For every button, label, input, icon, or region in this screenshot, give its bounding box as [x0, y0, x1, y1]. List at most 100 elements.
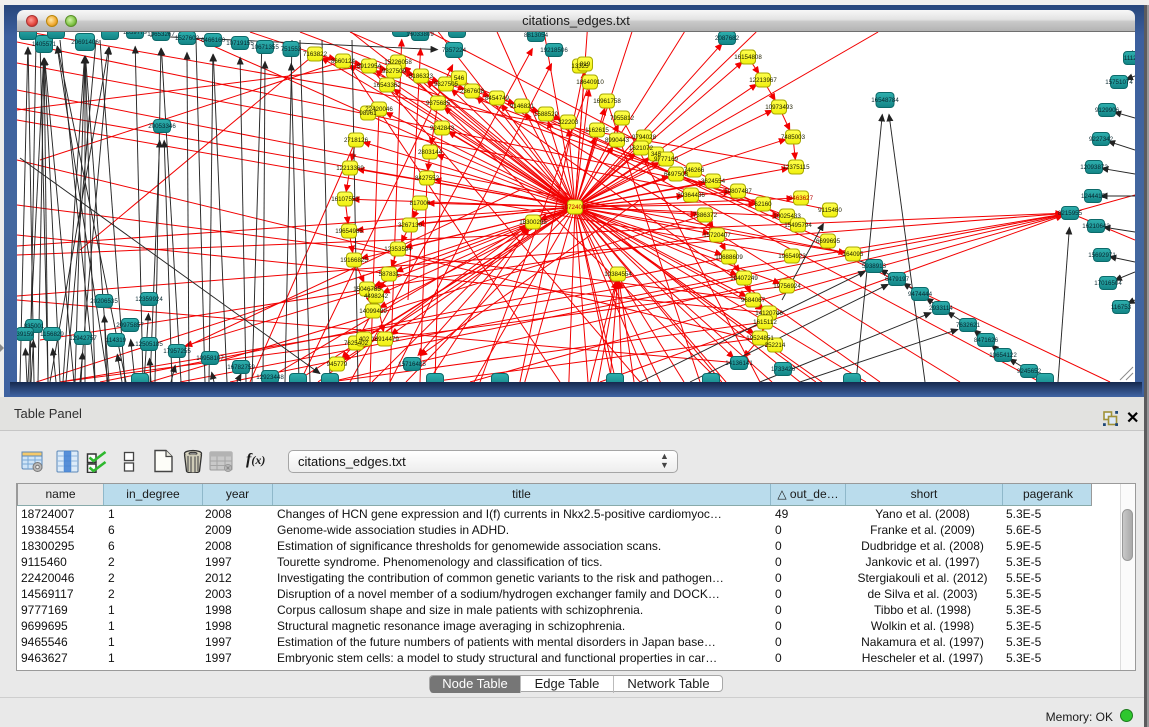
svg-text:402: 402	[359, 336, 370, 343]
svg-text:15751074: 15751074	[1105, 79, 1133, 86]
svg-text:2933114: 2933114	[929, 305, 953, 312]
svg-text:1527602: 1527602	[175, 35, 200, 42]
svg-text:1588520: 1588520	[534, 111, 559, 118]
svg-text:16210643: 16210643	[1082, 223, 1110, 230]
svg-text:3267130: 3267130	[398, 222, 423, 229]
svg-text:14136141: 14136141	[725, 360, 753, 367]
svg-text:3624554: 3624554	[701, 178, 726, 185]
svg-text:9327509: 9327509	[382, 68, 407, 75]
svg-text:19756924: 19756924	[773, 283, 801, 290]
svg-text:8912954: 8912954	[357, 63, 382, 70]
svg-text:945779: 945779	[327, 361, 348, 368]
svg-text:1059779: 1059779	[123, 32, 148, 36]
svg-text:6466160: 6466160	[201, 37, 226, 44]
svg-text:2718126: 2718126	[344, 137, 369, 144]
svg-text:10654122: 10654122	[989, 352, 1017, 359]
svg-text:1244415: 1244415	[1081, 193, 1106, 200]
svg-text:10958107: 10958107	[196, 355, 224, 362]
svg-text:17957255: 17957255	[163, 348, 191, 355]
svg-text:8813054: 8813054	[524, 32, 549, 39]
svg-text:62160: 62160	[754, 201, 772, 208]
svg-text:16548784: 16548784	[871, 97, 899, 104]
svg-text:9146821: 9146821	[510, 103, 535, 110]
svg-text:819: 819	[580, 61, 591, 68]
svg-text:15046785: 15046785	[353, 286, 381, 293]
svg-text:9777169: 9777169	[654, 156, 679, 163]
svg-text:19524851: 19524851	[746, 335, 774, 342]
svg-text:5938913: 5938913	[862, 263, 887, 270]
svg-text:8471626: 8471626	[974, 337, 999, 344]
svg-text:15720407: 15720407	[703, 232, 731, 239]
svg-text:9227342: 9227342	[1089, 136, 1114, 143]
svg-text:20691406: 20691406	[71, 39, 99, 46]
svg-text:9115460: 9115460	[818, 207, 842, 214]
svg-text:10719155: 10719155	[226, 40, 254, 47]
svg-text:9474444: 9474444	[908, 291, 933, 298]
svg-text:10973493: 10973493	[765, 104, 793, 111]
svg-text:1615112: 1615112	[753, 319, 777, 326]
svg-text:20206535: 20206535	[90, 298, 118, 305]
svg-text:16782759: 16782759	[227, 364, 255, 371]
svg-text:9245652: 9245652	[1017, 368, 1042, 375]
svg-text:4498242: 4498242	[364, 293, 389, 300]
svg-text:546: 546	[454, 75, 465, 82]
svg-text:7955812: 7955812	[610, 115, 635, 122]
svg-text:8660124: 8660124	[331, 58, 356, 65]
svg-text:12942757: 12942757	[69, 335, 97, 342]
svg-text:7357224: 7357224	[442, 47, 467, 54]
svg-text:9684067: 9684067	[741, 297, 766, 304]
svg-text:6699695: 6699695	[816, 238, 841, 245]
svg-text:16961758: 16961758	[593, 98, 621, 105]
svg-text:16543362: 16543362	[373, 82, 401, 89]
svg-text:18640910: 18640910	[576, 79, 604, 86]
svg-text:12213967: 12213967	[749, 77, 777, 84]
svg-text:16107553: 16107553	[331, 196, 359, 203]
svg-text:8454749: 8454749	[485, 95, 510, 102]
svg-text:12213369: 12213369	[336, 165, 364, 172]
svg-text:817006: 817006	[410, 200, 431, 207]
svg-text:1162615: 1162615	[585, 127, 609, 134]
svg-text:19654923: 19654923	[778, 253, 806, 260]
svg-text:15692971: 15692971	[1088, 252, 1116, 259]
svg-text:17016504: 17016504	[1094, 280, 1122, 287]
svg-text:18300295: 18300295	[519, 219, 547, 226]
svg-text:12505185: 12505185	[135, 341, 163, 348]
svg-text:14099489: 14099489	[359, 308, 387, 315]
svg-text:7632621: 7632621	[956, 322, 981, 329]
svg-text:15226058: 15226058	[384, 59, 412, 66]
svg-text:12923448: 12923448	[256, 374, 284, 381]
svg-text:12375115: 12375115	[782, 164, 810, 171]
svg-text:19384554: 19384554	[604, 271, 632, 278]
svg-text:10688609: 10688609	[715, 254, 743, 261]
svg-text:9129906: 9129906	[1095, 107, 1120, 114]
svg-text:7485003: 7485003	[781, 134, 806, 141]
svg-text:10025433: 10025433	[773, 213, 801, 220]
svg-text:587831: 587831	[379, 271, 400, 278]
svg-text:9375685: 9375685	[426, 100, 451, 107]
svg-text:116753: 116753	[1111, 304, 1132, 311]
svg-text:39159: 39159	[17, 331, 34, 338]
svg-text:9242843: 9242843	[430, 125, 455, 132]
svg-text:6479197: 6479197	[885, 276, 910, 283]
svg-text:1156829: 1156829	[40, 331, 64, 338]
svg-text:10671355: 10671355	[251, 44, 279, 51]
svg-text:15716485: 15716485	[398, 361, 426, 368]
svg-text:835001: 835001	[24, 323, 45, 330]
svg-text:2367608: 2367608	[460, 88, 485, 95]
svg-text:11124: 11124	[1124, 55, 1135, 62]
svg-text:12359924: 12359924	[135, 296, 163, 303]
svg-text:9327505: 9327505	[434, 81, 459, 88]
svg-text:16154808: 16154808	[734, 54, 762, 61]
svg-text:114319: 114319	[106, 337, 127, 344]
svg-text:16033809: 16033809	[406, 32, 434, 38]
svg-text:19218506: 19218506	[540, 47, 568, 54]
svg-text:12353594: 12353594	[384, 246, 412, 253]
svg-text:19654985: 19654985	[335, 228, 363, 235]
svg-text:18724007: 18724007	[561, 204, 589, 211]
svg-text:20053346: 20053346	[148, 123, 176, 130]
svg-text:10807487: 10807487	[724, 188, 752, 195]
svg-text:7386372: 7386372	[693, 212, 718, 219]
svg-text:10653267: 10653267	[147, 32, 175, 38]
svg-text:98961: 98961	[359, 110, 377, 117]
svg-text:15495794: 15495794	[784, 222, 812, 229]
